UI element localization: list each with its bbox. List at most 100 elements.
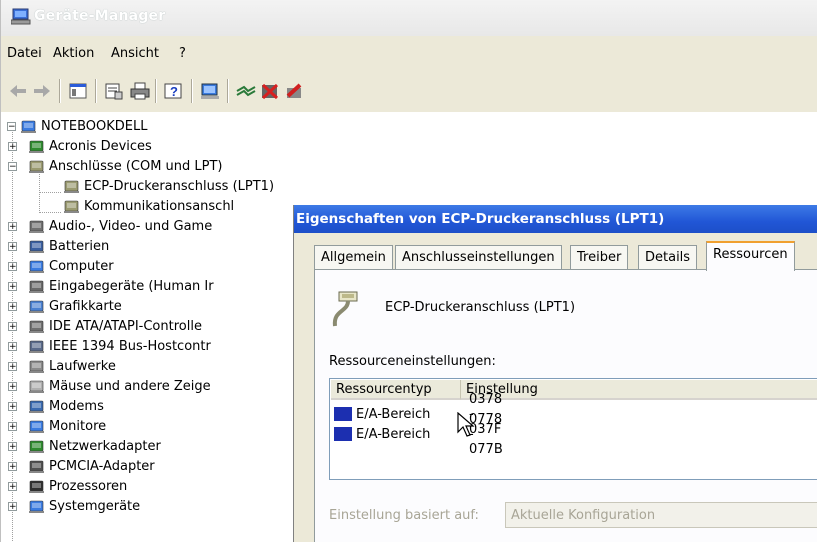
tree-item[interactable]: + Monitore — [8, 416, 106, 436]
mouse-cursor-icon — [457, 412, 475, 437]
update-driver-icon[interactable] — [235, 80, 257, 102]
computer-icon — [20, 119, 37, 134]
expand-icon[interactable]: + — [8, 241, 17, 251]
system-device-icon — [28, 499, 45, 514]
expand-icon[interactable]: + — [8, 321, 17, 331]
properties-icon[interactable] — [103, 80, 125, 102]
expand-icon[interactable]: + — [8, 361, 17, 371]
tab-anschlusseinstellungen[interactable]: Anschlusseinstellungen — [395, 245, 562, 269]
port-icon — [63, 199, 80, 214]
expand-icon[interactable]: + — [8, 421, 17, 431]
tree-item-label: Mäuse und andere Zeige — [49, 378, 211, 394]
column-resource-type[interactable]: Ressourcentyp — [331, 380, 461, 400]
tree-item[interactable]: + Audio-, Video- und Game — [8, 216, 212, 236]
network-card-icon — [28, 139, 45, 154]
disk-drive-icon — [28, 359, 45, 374]
tab-details[interactable]: Details — [638, 245, 698, 269]
back-arrow-icon[interactable] — [7, 80, 29, 102]
console-tree-icon[interactable] — [67, 80, 89, 102]
menu-aktion[interactable]: Aktion — [53, 46, 94, 61]
tree-item[interactable]: − Anschlüsse (COM und LPT) — [8, 156, 223, 176]
mouse-icon — [28, 379, 45, 394]
expand-icon[interactable]: + — [8, 221, 17, 231]
expand-icon[interactable]: + — [8, 501, 17, 511]
column-setting[interactable]: Einstellung — [461, 380, 817, 400]
tree-item-label: Anschlüsse (COM und LPT) — [49, 158, 223, 174]
tree-item[interactable]: + Acronis Devices — [8, 136, 152, 156]
tree-item[interactable]: + IEEE 1394 Bus-Hostcontr — [8, 336, 211, 356]
tree-item-label: Computer — [49, 258, 114, 274]
tree-item-label: IDE ATA/ATAPI-Controlle — [49, 318, 202, 334]
tree-item-label: Laufwerke — [49, 358, 116, 374]
tab-allgemein[interactable]: Allgemein — [314, 245, 393, 269]
device-name: ECP-Druckeranschluss (LPT1) — [385, 300, 576, 315]
computer-icon — [11, 8, 31, 25]
list-item[interactable]: E/A-Bereich 0778 - 077B — [334, 412, 503, 457]
device-manager-window: Geräte-Manager Datei Aktion Ansicht ? ? — [0, 0, 817, 542]
print-icon[interactable] — [129, 80, 151, 102]
tree-item[interactable]: + Prozessoren — [8, 476, 127, 496]
list-item[interactable]: E/A-Bereich 0378 - 037F — [334, 392, 502, 437]
pcmcia-icon — [28, 459, 45, 474]
tree-item-label: Systemgeräte — [49, 498, 141, 514]
expand-icon[interactable]: + — [8, 341, 17, 351]
tab-treiber[interactable]: Treiber — [570, 245, 629, 269]
collapse-icon[interactable]: − — [8, 161, 17, 171]
io-range-icon — [334, 427, 352, 441]
expand-icon[interactable]: + — [8, 441, 17, 451]
tree-item[interactable]: + Eingabegeräte (Human Ir — [8, 276, 214, 296]
tree-item-label: Prozessoren — [49, 478, 128, 494]
scan-hardware-icon[interactable] — [199, 80, 221, 102]
tree-item[interactable]: + Netzwerkadapter — [8, 436, 161, 456]
svg-text:?: ? — [170, 84, 178, 99]
tree-child-item[interactable]: ECP-Druckeranschluss (LPT1) — [63, 176, 274, 196]
help-icon[interactable]: ? — [163, 80, 185, 102]
tree-item[interactable]: + IDE ATA/ATAPI-Controlle — [8, 316, 202, 336]
tree-item-label: Netzwerkadapter — [49, 438, 161, 454]
properties-dialog: Eigenschaften von ECP-Druckeranschluss (… — [293, 205, 817, 542]
ide-controller-icon — [28, 319, 45, 334]
modem-icon — [28, 399, 45, 414]
resource-type: E/A-Bereich — [356, 406, 431, 422]
tree-item-label: Eingabegeräte (Human Ir — [49, 278, 214, 294]
forward-arrow-icon[interactable] — [31, 80, 53, 102]
tree-item[interactable]: + Systemgeräte — [8, 496, 140, 516]
disable-icon[interactable] — [283, 80, 305, 102]
tree-item[interactable]: + PCMCIA-Adapter — [8, 456, 155, 476]
expand-icon[interactable]: + — [8, 381, 17, 391]
window-title: Geräte-Manager — [34, 8, 166, 24]
collapse-icon[interactable]: − — [7, 121, 16, 131]
tree-item[interactable]: + Grafikkarte — [8, 296, 122, 316]
menu-ansicht[interactable]: Ansicht — [111, 46, 159, 61]
dialog-title[interactable]: Eigenschaften von ECP-Druckeranschluss (… — [294, 205, 817, 233]
uninstall-icon[interactable] — [259, 80, 281, 102]
network-card-icon — [28, 439, 45, 454]
tree-child-item[interactable]: Kommunikationsanschl — [63, 196, 234, 216]
tree-item[interactable]: + Laufwerke — [8, 356, 116, 376]
tree-item[interactable]: + Modems — [8, 396, 104, 416]
io-range-icon — [334, 407, 352, 421]
resources-panel: ECP-Druckeranschluss (LPT1) Ressourcenei… — [314, 269, 817, 542]
tree-item-label: Modems — [49, 398, 104, 414]
tree-item[interactable]: + Computer — [8, 256, 114, 276]
expand-icon[interactable]: + — [8, 461, 17, 471]
title-bar[interactable]: Geräte-Manager — [1, 0, 817, 36]
resources-list[interactable]: Ressourcentyp Einstellung E/A-Bereich 03… — [329, 378, 817, 480]
expand-icon[interactable]: + — [8, 141, 17, 151]
expand-icon[interactable]: + — [8, 301, 17, 311]
tree-item-label: PCMCIA-Adapter — [49, 458, 155, 474]
tree-item[interactable]: + Mäuse und andere Zeige — [8, 376, 211, 396]
basis-select[interactable]: Aktuelle Konfiguration — [505, 502, 817, 528]
menu-datei[interactable]: Datei — [7, 46, 42, 61]
expand-icon[interactable]: + — [8, 481, 17, 491]
tree-item-label: Kommunikationsanschl — [84, 198, 235, 214]
tree-root[interactable]: − NOTEBOOKDELL — [7, 116, 148, 136]
expand-icon[interactable]: + — [8, 281, 17, 291]
display-adapter-icon — [28, 299, 45, 314]
expand-icon[interactable]: + — [8, 401, 17, 411]
menu-bar: Datei Aktion Ansicht ? — [1, 36, 817, 71]
menu-help[interactable]: ? — [179, 46, 186, 61]
expand-icon[interactable]: + — [8, 261, 17, 271]
tree-item[interactable]: + Batterien — [8, 236, 109, 256]
tab-ressourcen[interactable]: Ressourcen — [706, 241, 795, 271]
